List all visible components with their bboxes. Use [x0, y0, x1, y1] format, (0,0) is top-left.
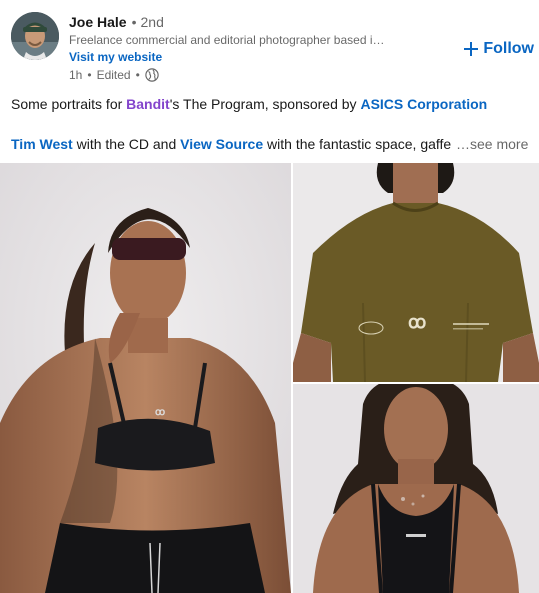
author-avatar[interactable]	[11, 12, 59, 60]
post-text: 's The Program, sponsored by	[169, 96, 361, 112]
post-header: Joe Hale • 2nd Freelance commercial and ed…	[0, 0, 539, 90]
mention-view-source[interactable]: View Source	[180, 136, 263, 152]
svg-text:ꝏ: ꝏ	[408, 312, 426, 332]
post-text-line-2: Tim West with the CD and View Source wit…	[11, 134, 451, 154]
post-text: with the fantastic space, gaffer and gri…	[267, 136, 451, 152]
post-time: 1h	[69, 68, 83, 82]
author-tagline: Freelance commercial and editorial photo…	[69, 33, 385, 47]
post-meta: 1h • Edited •	[69, 67, 159, 83]
edited-label: Edited	[96, 68, 131, 82]
photo-woman-black-sports-bra[interactable]: ꝏ	[0, 163, 291, 593]
svg-text:ꝏ: ꝏ	[155, 407, 165, 418]
plus-icon	[464, 42, 479, 56]
image-gallery: ꝏ ꝏ	[0, 163, 539, 593]
connection-degree: 2nd	[140, 14, 164, 30]
photo-man-olive-tshirt[interactable]: ꝏ	[293, 163, 539, 382]
post-text: Some portraits for	[11, 96, 127, 112]
post-text-line-1: Some portraits for Bandit's The Program,…	[11, 94, 487, 114]
separator-dot: •	[131, 14, 137, 30]
author-name[interactable]: Joe Hale	[69, 14, 127, 30]
follow-button[interactable]: Follow	[464, 38, 534, 60]
photo-woman-black-tank[interactable]	[293, 384, 539, 593]
globe-icon	[145, 68, 159, 82]
separator-dot: •	[87, 68, 92, 82]
author-name-line: Joe Hale • 2nd	[69, 13, 164, 31]
see-more-button[interactable]: …see more	[452, 134, 529, 154]
visit-website-link[interactable]: Visit my website	[69, 49, 162, 65]
mention-bandit[interactable]: Bandit	[126, 96, 170, 112]
mention-asics[interactable]: ASICS Corporation	[360, 96, 487, 112]
post-text: with the CD and	[72, 136, 181, 152]
separator-dot: •	[135, 68, 140, 82]
mention-tim-west[interactable]: Tim West	[11, 136, 73, 152]
follow-label: Follow	[483, 40, 534, 57]
